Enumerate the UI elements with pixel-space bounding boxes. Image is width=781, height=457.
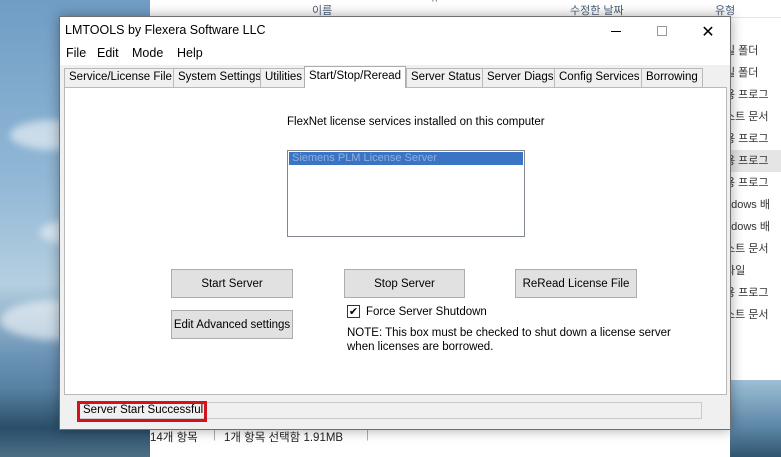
type-cell: ndows 배 (725, 221, 770, 233)
type-cell: 스트 문서 (725, 243, 769, 255)
status-divider: | (213, 429, 216, 441)
type-cell: 용 프로그 (725, 89, 769, 101)
borrow-note: NOTE: This box must be checked to shut d… (347, 327, 671, 353)
type-cell: 용 프로그 (725, 287, 769, 299)
tab-server-diags[interactable]: Server Diags (482, 68, 559, 87)
tab-service-license-file[interactable]: Service/License File (64, 68, 177, 87)
close-icon: ✕ (701, 21, 715, 41)
desktop-background-corner (730, 380, 781, 457)
menu-bar: File Edit Mode Help (60, 45, 730, 65)
menu-file[interactable]: File (64, 46, 88, 60)
force-shutdown-label[interactable]: Force Server Shutdown (366, 306, 487, 318)
type-cell: 스트 문서 (725, 309, 769, 321)
type-cell-selected: 용 프로그 (725, 150, 781, 172)
minimize-button[interactable] (593, 17, 639, 45)
tab-utilities[interactable]: Utilities (260, 68, 308, 87)
menu-help[interactable]: Help (175, 46, 205, 60)
maximize-button[interactable] (639, 17, 685, 45)
start-stop-reread-panel: FlexNet license services installed on th… (64, 87, 727, 395)
close-button[interactable]: ✕ (685, 17, 731, 45)
service-item-selected[interactable]: Siemens PLM License Server (289, 152, 523, 165)
type-cell: 파일 (725, 265, 746, 277)
tab-server-status[interactable]: Server Status (406, 68, 486, 87)
checkmark-icon: ✔ (348, 305, 359, 318)
lmtools-window: LMTOOLS by Flexera Software LLC ✕ File E… (59, 16, 731, 430)
tab-borrowing[interactable]: Borrowing (641, 68, 703, 87)
stop-server-button[interactable]: Stop Server (344, 269, 465, 298)
minimize-icon (611, 30, 621, 32)
force-shutdown-row: ✔ Force Server Shutdown (347, 305, 487, 318)
explorer-type-column: 일 폴더 일 폴더 용 프로그 스트 문서 용 프로그 용 프로그 용 프로그 … (725, 40, 781, 326)
tab-system-settings[interactable]: System Settings (173, 68, 267, 87)
explorer-item-count: 14개 항목 (150, 432, 198, 444)
maximize-icon (657, 26, 667, 36)
services-heading: FlexNet license services installed on th… (287, 116, 545, 128)
menu-edit[interactable]: Edit (95, 46, 121, 60)
reread-license-file-button[interactable]: ReRead License File (515, 269, 637, 298)
menu-mode[interactable]: Mode (130, 46, 165, 60)
type-cell: 스트 문서 (725, 111, 769, 123)
type-cell: 일 폴더 (725, 45, 759, 57)
type-cell: 용 프로그 (725, 177, 769, 189)
type-cell: ndows 배 (725, 199, 770, 211)
edit-advanced-settings-button[interactable]: Edit Advanced settings (171, 310, 293, 339)
type-cell: 일 폴더 (725, 67, 759, 79)
sort-chevron-icon: ^ (432, 0, 438, 8)
title-bar[interactable]: LMTOOLS by Flexera Software LLC ✕ (60, 17, 730, 45)
explorer-selected-info: 1개 항목 선택함 1.91MB (224, 432, 344, 444)
services-listbox[interactable]: Siemens PLM License Server (287, 150, 525, 237)
window-title: LMTOOLS by Flexera Software LLC (65, 23, 266, 37)
status-divider: | (366, 429, 369, 441)
force-shutdown-checkbox[interactable]: ✔ (347, 305, 360, 318)
tab-config-services[interactable]: Config Services (554, 68, 645, 87)
status-highlight-annotation (77, 401, 207, 422)
tab-start-stop-reread[interactable]: Start/Stop/Reread (304, 66, 407, 88)
type-cell: 용 프로그 (725, 133, 769, 145)
start-server-button[interactable]: Start Server (171, 269, 293, 298)
